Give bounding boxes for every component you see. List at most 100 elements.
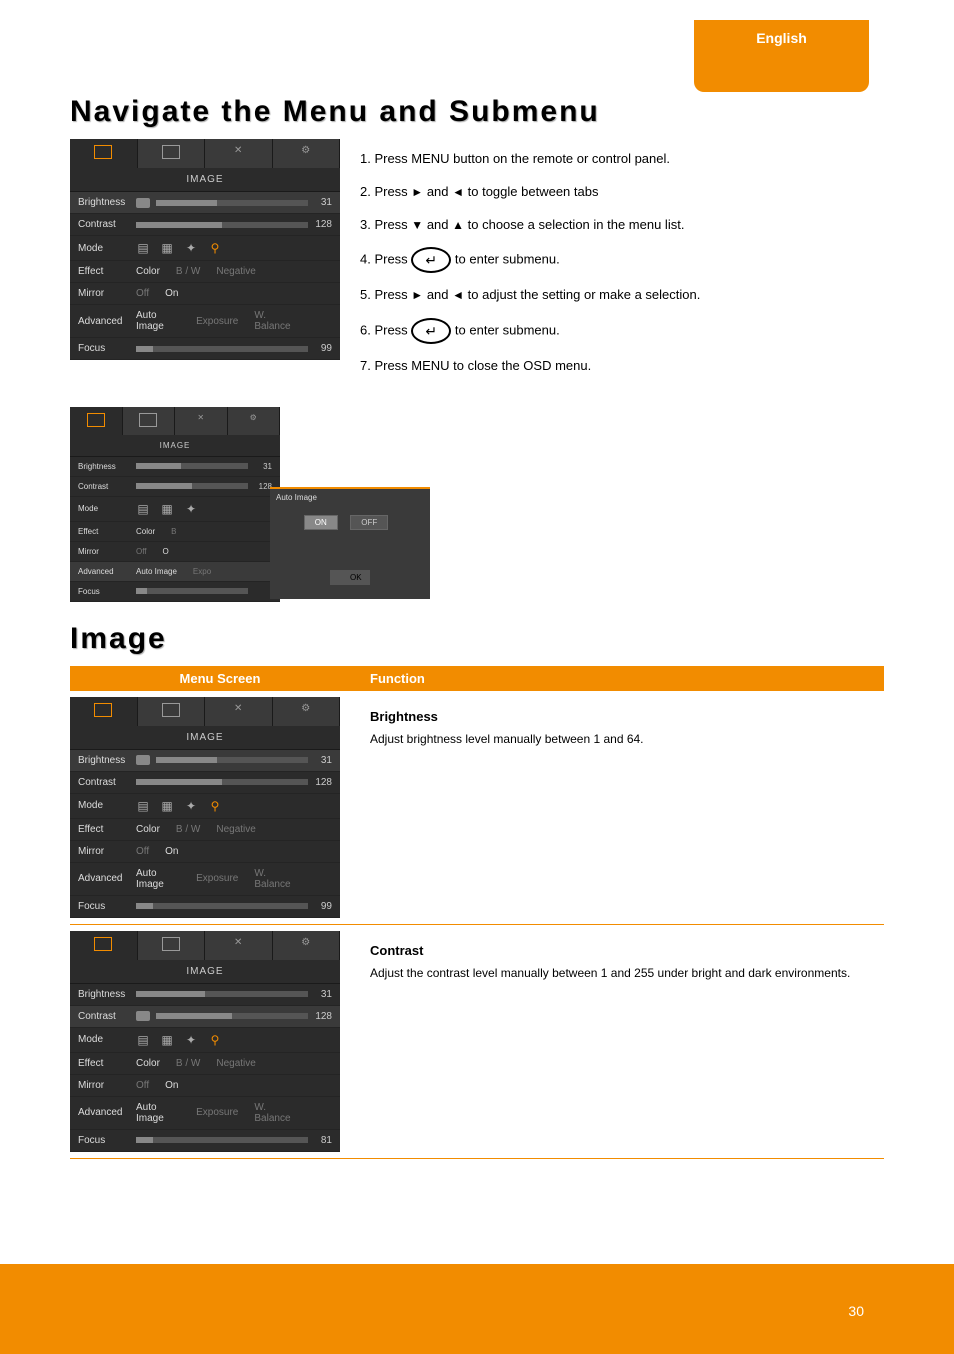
advanced-label: Advanced	[78, 316, 136, 327]
contrast-value: 128	[308, 219, 332, 230]
brightness-value: 31	[308, 197, 332, 208]
osd-tab-tools-2: ✕	[175, 407, 228, 435]
effect-bw: B / W	[176, 266, 200, 277]
osd-tab-image	[70, 139, 138, 168]
step-1: 1. Press MENU button on the remote or co…	[360, 149, 884, 170]
table-row: ✕ ⚙ IMAGE Brightness31 Contrast128 Mode▤…	[70, 925, 884, 1159]
contrast-label: Contrast	[78, 219, 136, 230]
effect-options: Color B / W Negative	[136, 266, 308, 277]
present-icon	[162, 937, 180, 951]
left-arrow-icon: ◄	[452, 185, 464, 199]
wrench-icon: ✕	[197, 413, 204, 422]
osd-tab-settings: ⚙	[273, 139, 341, 168]
osd-tab-image-2	[70, 407, 123, 435]
contrast-slider	[136, 222, 308, 228]
wrench-icon: ✕	[234, 145, 242, 156]
mirror-label: Mirror	[78, 288, 136, 299]
gear-icon: ⚙	[301, 937, 310, 948]
osd-tab-present	[138, 139, 206, 168]
step-2: 2. Press ► and ◄ to toggle between tabs	[360, 182, 884, 203]
gear-icon: ⚙	[301, 145, 310, 156]
focus-label: Focus	[78, 343, 136, 354]
osd-screenshot-submenu: ✕ ⚙ IMAGE Brightness31 Contrast128 Mode▤…	[70, 407, 430, 602]
down-arrow-icon: ▼	[411, 218, 423, 232]
osd-tab-present-2	[123, 407, 176, 435]
adv-wb: W. Balance	[254, 310, 298, 332]
image-icon	[94, 937, 112, 951]
focus-slider	[136, 346, 308, 352]
effect-color: Color	[136, 266, 160, 277]
gear-icon: ⚙	[301, 703, 310, 714]
function-brightness: Brightness Adjust brightness level manua…	[360, 697, 884, 918]
osd-row-focus: Focus 99	[70, 338, 340, 360]
osd-title: IMAGE	[70, 168, 340, 192]
brightness-slider	[156, 200, 308, 206]
fn-label: Contrast	[370, 941, 874, 961]
image-table: Menu Screen Function ✕ ⚙ IMAGE Brightnes…	[70, 666, 884, 1159]
effect-neg: Negative	[216, 266, 255, 277]
present-icon	[162, 145, 180, 159]
right-arrow-icon: ►	[411, 185, 423, 199]
enter-icon-2: ↵	[411, 318, 451, 344]
col-menu-screen: Menu Screen	[70, 671, 360, 686]
enter-key-icon	[136, 198, 150, 208]
adv-exp: Exposure	[196, 316, 238, 327]
present-icon	[139, 413, 157, 427]
image-icon	[87, 413, 105, 427]
mirror-on: On	[165, 288, 178, 299]
brightness-label: Brightness	[78, 197, 136, 208]
step-5: 5. Press ► and ◄ to adjust the setting o…	[360, 285, 884, 306]
language-label: English	[756, 30, 807, 46]
right-arrow-icon-2: ►	[411, 288, 423, 302]
osd-row-brightness: Brightness 31	[70, 192, 340, 214]
submenu-title: Auto Image	[270, 489, 430, 506]
image-icon	[94, 703, 112, 717]
heading-navigate: Navigate the Menu and Submenu	[70, 95, 884, 129]
present-icon	[162, 703, 180, 717]
photo-icon: ▦	[160, 241, 174, 255]
step-4: 4. Press ↵ to enter submenu.	[360, 247, 884, 273]
step-7: 7. Press MENU to close the OSD menu.	[360, 356, 884, 377]
submenu-off: OFF	[350, 515, 388, 530]
gear-icon: ⚙	[250, 413, 257, 422]
advanced-options: Auto Image Exposure W. Balance	[136, 310, 308, 332]
motion-icon: ✦	[184, 241, 198, 255]
osd-row-effect: Effect Color B / W Negative	[70, 261, 340, 283]
up-arrow-icon: ▲	[452, 218, 464, 232]
adv-auto: Auto Image	[136, 310, 180, 332]
submenu-on: ON	[304, 515, 338, 530]
osd-row-advanced: Advanced Auto Image Exposure W. Balance	[70, 305, 340, 338]
osd-row-mode: Mode ▤ ▦ ✦ ⚲	[70, 236, 340, 261]
wrench-icon: ✕	[234, 937, 242, 948]
enter-icon: ↵	[411, 247, 451, 273]
page-number: 30	[848, 1303, 864, 1319]
page-footer	[0, 1264, 954, 1354]
osd-screenshot-main: ✕ ⚙ IMAGE Brightness 31 Contrast 128	[70, 139, 340, 360]
osd-tabs: ✕ ⚙	[70, 139, 340, 168]
table-header: Menu Screen Function	[70, 666, 884, 691]
mode-label: Mode	[78, 243, 136, 254]
wrench-icon: ✕	[234, 703, 242, 714]
language-tab: English	[694, 20, 869, 92]
fn-label: Brightness	[370, 707, 874, 727]
col-function: Function	[360, 671, 884, 686]
fn-desc: Adjust the contrast level manually betwe…	[370, 964, 874, 982]
fn-desc: Adjust brightness level manually between…	[370, 730, 874, 748]
osd-row-mirror: Mirror OffOn	[70, 283, 340, 305]
osd-row-contrast: Contrast 128	[70, 214, 340, 236]
doc-icon: ▤	[136, 241, 150, 255]
osd-tab-tools: ✕	[205, 139, 273, 168]
step-3: 3. Press ▼ and ▲ to choose a selection i…	[360, 215, 884, 236]
effect-label: Effect	[78, 266, 136, 277]
table-row: ✕ ⚙ IMAGE Brightness31 Contrast128 Mode▤…	[70, 691, 884, 925]
osd-title-2: IMAGE	[70, 435, 280, 457]
focus-value: 99	[308, 343, 332, 354]
mode-icons: ▤ ▦ ✦ ⚲	[136, 241, 308, 255]
image-icon	[94, 145, 112, 159]
micro-icon: ⚲	[208, 241, 222, 255]
osd-tab-settings-2: ⚙	[228, 407, 281, 435]
instructions: 1. Press MENU button on the remote or co…	[360, 139, 884, 389]
submenu-ok: OK	[330, 570, 370, 585]
mirror-options: OffOn	[136, 288, 308, 299]
function-contrast: Contrast Adjust the contrast level manua…	[360, 931, 884, 1152]
